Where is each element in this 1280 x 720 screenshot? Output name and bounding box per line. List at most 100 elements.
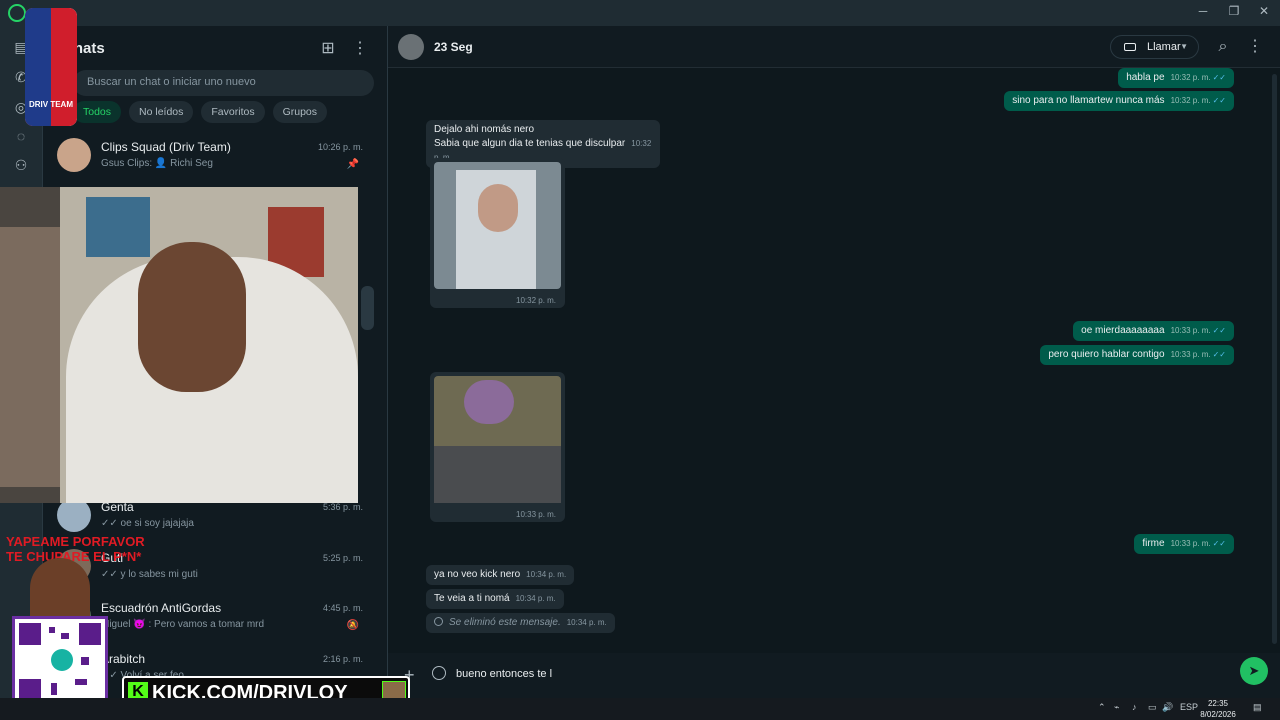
image-message[interactable]: 10:32 p. m. — [430, 158, 565, 308]
message-time: 10:32 p. m. — [1170, 96, 1211, 105]
clock-date: 8/02/2026 — [1200, 710, 1236, 719]
filter-todos[interactable]: Todos — [73, 101, 122, 123]
message-text: Sabia que algun dia te tenias que discul… — [434, 138, 626, 149]
message-time: 10:33 p. m. — [1170, 350, 1211, 359]
menu-icon[interactable]: ⋮ — [1244, 36, 1266, 58]
message-input[interactable]: bueno entonces te l — [456, 661, 1236, 687]
message-bubble[interactable]: pero quiero hablar contigo 10:33 p. m. ✓✓ — [1040, 345, 1234, 365]
message-time: 10:32 p. m. — [1170, 73, 1211, 82]
photo-subject — [464, 380, 514, 424]
chat-preview: Miguel 😈 : Pero vamos a tomar mrd — [101, 619, 265, 630]
qr-module — [61, 633, 69, 639]
avatar — [57, 498, 91, 532]
minimize-button[interactable]: ─ — [1188, 4, 1218, 18]
contact-avatar[interactable] — [398, 34, 424, 60]
message-time: 10:32 p. m. — [516, 296, 557, 305]
microphone-icon[interactable]: ♪ — [1132, 702, 1137, 712]
deleted-icon — [434, 617, 443, 626]
message-text: pero quiero hablar contigo — [1048, 349, 1165, 360]
qr-module — [81, 657, 89, 665]
language-indicator[interactable]: ESP — [1180, 702, 1198, 712]
chat-time: 5:36 p. m. — [322, 502, 363, 512]
maximize-button[interactable]: ❐ — [1219, 4, 1249, 18]
call-button[interactable]: Llamar ▼ — [1110, 35, 1199, 59]
volume-icon[interactable]: 🔊 — [1162, 702, 1173, 713]
streamer-head — [138, 242, 246, 392]
filter-favoritos[interactable]: Favoritos — [201, 101, 265, 123]
close-button[interactable]: ✕ — [1249, 4, 1279, 18]
chat-time: 5:25 p. m. — [322, 553, 363, 563]
tray-chevron-icon[interactable]: ⌃ — [1098, 702, 1106, 713]
message-time: 10:33 p. m. — [516, 510, 557, 519]
new-chat-icon[interactable]: ⊞ — [317, 38, 339, 60]
filter-no-leidos[interactable]: No leídos — [129, 101, 194, 123]
qr-code — [12, 616, 108, 708]
title-bar: ─ ❐ ✕ — [0, 0, 1280, 26]
contact-name[interactable]: 23 Seg — [434, 40, 473, 54]
photo-ground — [434, 446, 561, 503]
chat-name: Escuadrón AntiGordas — [101, 601, 222, 615]
logo-text: DRIV TEAM — [29, 100, 73, 109]
notifications-icon[interactable]: ▤ — [1253, 702, 1262, 713]
image-message[interactable]: 10:33 p. m. — [430, 372, 565, 522]
message-text: oe mierdaaaaaaaa — [1081, 325, 1165, 336]
photo-thumbnail[interactable] — [434, 162, 561, 289]
network-icon[interactable]: ⌁ — [1114, 702, 1119, 713]
channels-icon[interactable]: ◌ — [12, 127, 30, 145]
search-icon[interactable]: ⌕ — [1212, 36, 1234, 58]
taskbar-clock[interactable]: 22:35 8/02/2026 — [1198, 698, 1238, 720]
message-composer: + bueno entonces te l ➤ — [388, 653, 1280, 698]
chevron-down-icon: ▼ — [1180, 42, 1188, 51]
emoji-icon[interactable] — [432, 666, 446, 680]
photo-face — [478, 184, 518, 232]
message-text: habla pe — [1126, 72, 1165, 83]
qr-module — [49, 627, 55, 633]
message-text: sino para no llamartew nunca más — [1012, 95, 1165, 106]
clock-time: 22:35 — [1207, 699, 1229, 708]
call-label: Llamar — [1147, 41, 1181, 53]
display-icon[interactable]: ▭ — [1148, 702, 1157, 713]
search-placeholder: Buscar un chat o iniciar uno nuevo — [87, 76, 256, 88]
filter-chips: Todos No leídos Favoritos Grupos — [73, 101, 328, 123]
communities-icon[interactable]: ⚇ — [12, 156, 30, 174]
message-time: 10:33 p. m. — [1170, 326, 1211, 335]
menu-icon[interactable]: ⋮ — [349, 38, 371, 60]
whatsapp-logo-icon — [8, 4, 26, 22]
message-text: ya no veo kick nero — [434, 569, 521, 580]
chat-time: 4:45 p. m. — [322, 603, 363, 613]
chat-list-scrollbar[interactable] — [361, 286, 374, 330]
message-time: 10:34 p. m. — [526, 570, 567, 579]
read-receipt-icon: ✓✓ — [1212, 96, 1226, 105]
qr-module — [51, 683, 57, 695]
message-bubble[interactable]: habla pe 10:32 p. m. ✓✓ — [1118, 68, 1234, 88]
search-input[interactable]: Buscar un chat o iniciar uno nuevo — [73, 70, 374, 96]
message-bubble[interactable]: oe mierdaaaaaaaa 10:33 p. m. ✓✓ — [1073, 321, 1234, 341]
message-text: Dejalo ahi nomás nero — [434, 124, 535, 135]
chat-name: Clips Squad (Driv Team) — [101, 140, 231, 154]
photo-thumbnail[interactable] — [434, 376, 561, 503]
message-bubble[interactable]: sino para no llamartew nunca más 10:32 p.… — [1004, 91, 1234, 111]
qr-finder — [19, 623, 41, 645]
filter-grupos[interactable]: Grupos — [272, 101, 328, 123]
send-button[interactable]: ➤ — [1240, 657, 1268, 685]
read-receipt-icon: ✓✓ — [1212, 73, 1226, 82]
chat-time: 2:16 p. m. — [322, 654, 363, 664]
message-bubble[interactable]: firme 10:33 p. m. ✓✓ — [1134, 534, 1234, 554]
read-receipt-icon: ✓✓ — [1212, 326, 1226, 335]
qr-finder — [79, 623, 101, 645]
message-text: Te veia a ti nomá — [434, 593, 510, 604]
chat-item[interactable]: Clips Squad (Driv Team) 10:26 p. m. Gsus… — [43, 132, 373, 182]
overlay-avatar — [30, 558, 90, 618]
promo-line: YAPEAME PORFAVOR — [6, 534, 145, 549]
message-bubble[interactable]: Te veia a ti nomá 10:34 p. m. — [426, 589, 564, 609]
conversation-header: 23 Seg Llamar ▼ ⌕ ⋮ — [388, 26, 1280, 68]
message-time: 10:33 p. m. — [1170, 539, 1211, 548]
deleted-message-bubble[interactable]: Se eliminó este mensaje. 10:34 p. m. — [426, 613, 615, 633]
qr-module — [75, 679, 87, 685]
message-list: habla pe 10:32 p. m. ✓✓ sino para no llama… — [388, 68, 1280, 653]
message-text: Se eliminó este mensaje. — [449, 617, 561, 628]
avatar — [57, 138, 91, 172]
conversation-scrollbar[interactable] — [1272, 74, 1277, 644]
message-bubble[interactable]: ya no veo kick nero 10:34 p. m. — [426, 565, 575, 585]
promo-text: YAPEAME PORFAVOR TE CHUPARE EL P*N* — [6, 534, 145, 564]
